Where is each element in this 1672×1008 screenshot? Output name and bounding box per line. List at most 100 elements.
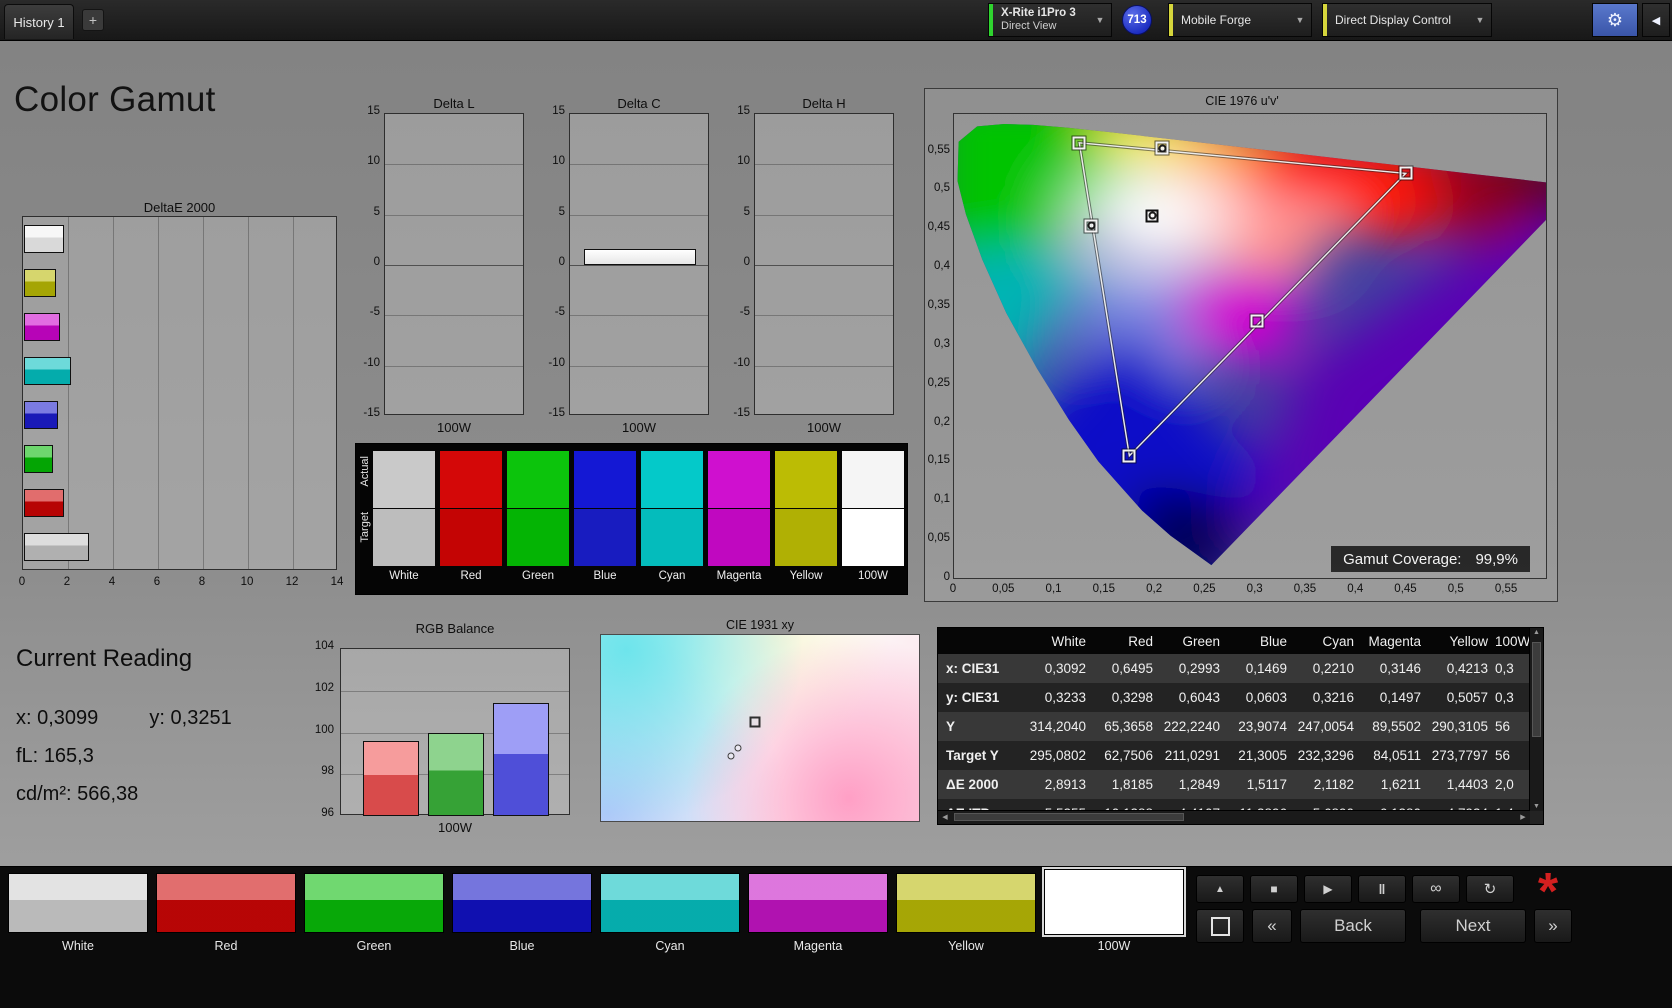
add-tab-button[interactable]: + — [82, 9, 104, 31]
actual-swatch-green — [507, 451, 569, 508]
play-button[interactable]: ▶ — [1304, 875, 1352, 903]
pattern-button-label: Cyan — [655, 939, 685, 953]
strip-column-label: Cyan — [658, 570, 686, 582]
table-cell: 232,3296 — [1297, 748, 1354, 763]
chromaticity-diagram — [954, 114, 1546, 578]
table-row-label: Y — [946, 719, 956, 734]
play-icon: ▶ — [1323, 882, 1333, 896]
table-horizontal-scrollbar[interactable]: ◀ ▶ — [938, 810, 1530, 824]
axis-tick-label: 98 — [321, 765, 334, 778]
scrollbar-thumb[interactable] — [954, 813, 1184, 821]
pattern-button-green[interactable] — [304, 873, 444, 933]
chart-title: Delta C — [617, 96, 661, 111]
scroll-left-icon[interactable]: ◀ — [938, 811, 952, 824]
settings-button[interactable]: ⚙ — [1592, 3, 1638, 37]
history-tab[interactable]: History 1 — [4, 4, 74, 39]
axis-tick-label: -5 — [554, 306, 565, 319]
axis-tick-label: 5 — [373, 205, 380, 218]
axis-tick-label: 10 — [737, 155, 750, 168]
source-dropdown[interactable]: Mobile Forge ▼ — [1168, 3, 1312, 37]
scroll-right-icon[interactable]: ▶ — [1516, 811, 1530, 824]
pattern-button-100w[interactable] — [1044, 869, 1184, 935]
pattern-button-yellow[interactable] — [896, 873, 1036, 933]
strip-column-label: Yellow — [789, 570, 823, 582]
axis-tick-label: -10 — [733, 356, 750, 369]
pattern-button-white[interactable] — [8, 873, 148, 933]
chart-title: Delta H — [802, 96, 846, 111]
x-axis-label: 100W — [622, 420, 656, 435]
axis-tick-label: 0,05 — [927, 532, 950, 545]
scroll-up-icon[interactable]: ▲ — [1530, 629, 1543, 636]
table-cell: 0,2210 — [1312, 661, 1354, 676]
actual-target-swatch-strip: Actual Target White Red Green Blue Cyan Magenta… — [355, 443, 908, 595]
reading-fl-value: 165,3 — [43, 745, 94, 767]
axis-tick-label: 0 — [18, 576, 26, 588]
x-axis-label: 100W — [437, 420, 471, 435]
loop-button[interactable]: ∞ — [1412, 875, 1460, 903]
pattern-button-red[interactable] — [156, 873, 296, 933]
pattern-window-button[interactable] — [1196, 909, 1244, 943]
table-header-cell: 100W — [1495, 633, 1531, 649]
marker-red-primary — [1399, 166, 1413, 180]
source-label: Mobile Forge — [1181, 12, 1252, 27]
bar-red — [24, 489, 65, 517]
axis-tick-label: 6 — [153, 576, 161, 588]
table-cell: 0,6043 — [1178, 690, 1220, 705]
meter-name: X-Rite i1Pro 3 — [1001, 6, 1076, 19]
actual-swatch-white — [373, 451, 435, 508]
refresh-button[interactable]: ↻ — [1466, 875, 1514, 903]
reading-y-label: y: — [149, 707, 165, 729]
pattern-button-blue[interactable] — [452, 873, 592, 933]
scroll-down-icon[interactable]: ▼ — [1530, 803, 1543, 810]
delta-c-chart: Delta C 15 10 5 0 -5 -10 -15 100W — [547, 96, 709, 436]
next-button[interactable]: Next — [1420, 909, 1526, 943]
reading-fl: fL: 165,3 — [16, 745, 94, 768]
axis-tick-label: 0,45 — [927, 221, 950, 234]
table-row: y: CIE31 0,3233 0,3298 0,6043 0,0603 0,3216 0,… — [938, 683, 1543, 712]
pattern-button-label: Blue — [509, 939, 535, 953]
measurement-table-body: White Red Green Blue Cyan Magenta Yellow 100W x:… — [938, 628, 1543, 824]
last-button[interactable]: » — [1534, 909, 1572, 943]
alert-asterisk-icon[interactable]: * — [1524, 863, 1572, 921]
axis-tick-label: 0,4 — [934, 260, 950, 273]
first-button[interactable]: « — [1252, 909, 1292, 943]
strip-column-label: 100W — [857, 570, 889, 582]
stop-button[interactable]: ■ — [1250, 875, 1298, 903]
axis-tick-label: 0,1 — [1045, 583, 1062, 595]
pattern-bar: White Red Green Blue Cyan Magenta Yellow 100W ▲… — [0, 863, 1672, 1008]
table-header-cell: White — [1051, 633, 1086, 649]
pattern-button-magenta[interactable] — [748, 873, 888, 933]
axis-tick-label: 0,4 — [1347, 583, 1364, 595]
scrollbar-thumb[interactable] — [1532, 642, 1541, 737]
actual-swatch-red — [440, 451, 502, 508]
display-control-dropdown[interactable]: Direct Display Control ▼ — [1322, 3, 1492, 37]
axis-tick-label: 100 — [314, 723, 334, 736]
axis-tick-label: -15 — [733, 407, 750, 419]
table-row: Y 314,2040 65,3658 222,2240 23,9074 247,0054 8… — [938, 712, 1543, 741]
collapse-panel-button[interactable]: ◀ — [1642, 3, 1670, 37]
table-vertical-scrollbar[interactable]: ▲ ▼ — [1529, 628, 1543, 811]
table-cell: 247,0054 — [1297, 719, 1354, 734]
gridline — [248, 217, 249, 569]
table-cell: 0,1469 — [1245, 661, 1287, 676]
pattern-up-button[interactable]: ▲ — [1196, 875, 1244, 903]
axis-tick-label: 15 — [552, 105, 565, 117]
axis-tick-label: 0 — [743, 256, 750, 268]
chevron-down-icon: ▼ — [1295, 15, 1305, 25]
back-button[interactable]: Back — [1300, 909, 1406, 943]
refresh-icon: ↻ — [1483, 881, 1497, 898]
deltae2000-x-axis: 0 2 4 6 8 10 12 14 — [18, 576, 344, 592]
axis-tick-label: 0,35 — [927, 299, 950, 312]
table-row-label: x: CIE31 — [946, 661, 1000, 676]
chart-title: DeltaE 2000 — [143, 200, 216, 215]
pause-button[interactable]: ‖ — [1358, 875, 1406, 903]
axis-tick-label: 0,15 — [1092, 583, 1116, 595]
table-cell: 0,0603 — [1245, 690, 1287, 705]
axis-tick-label: 0,35 — [1293, 583, 1317, 595]
axis-tick-label: 4 — [108, 576, 116, 588]
actual-swatch-blue — [574, 451, 636, 508]
pattern-button-cyan[interactable] — [600, 873, 740, 933]
bar-yellow — [24, 269, 57, 297]
strip-column-label: Green — [522, 570, 554, 582]
meter-dropdown[interactable]: X-Rite i1Pro 3 Direct View ▼ — [988, 3, 1112, 37]
